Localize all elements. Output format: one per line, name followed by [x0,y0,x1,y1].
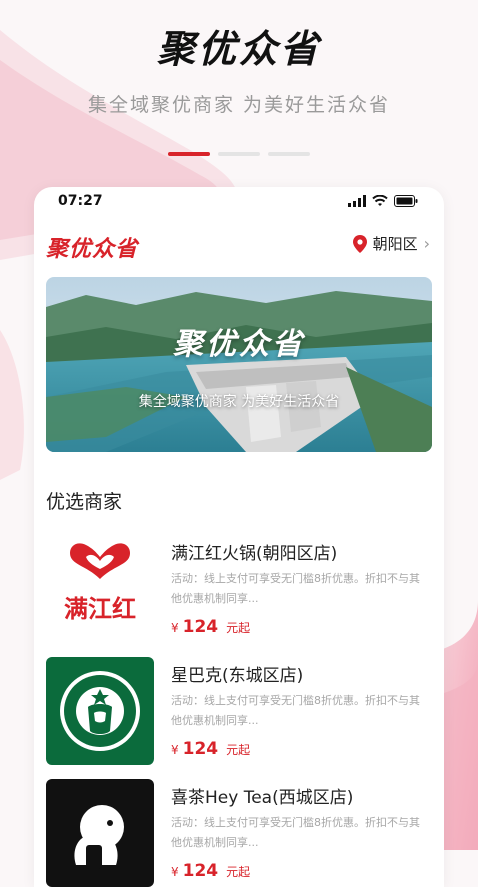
chevron-right-icon: › [423,234,430,253]
carousel-dot[interactable] [268,152,310,156]
carousel-dot-active[interactable] [168,152,210,156]
promo-subtitle: 集全域聚优商家 为美好生活众省 [87,94,391,116]
app-header: 聚优众省 朝阳区 › [34,217,444,277]
price-unit: 元起 [226,865,251,879]
merchant-name: 满江红火锅(朝阳区店) [171,544,338,564]
merchant-name: 喜茶Hey Tea(西城区店) [171,788,354,808]
merchant-card[interactable]: 满江红 满江红火锅(朝阳区店) 活动：线上支付可享受无门槛8折优惠。折扣不与其他… [46,535,436,645]
price-symbol: ¥ [171,621,179,635]
carousel-dot[interactable] [218,152,260,156]
banner-dam-image [46,277,432,452]
battery-icon [394,195,418,207]
wifi-icon [372,195,388,206]
merchant-desc: 活动：线上支付可享受无门槛8折优惠。折扣不与其他优惠机制同享... [171,694,420,727]
status-icons [348,195,418,207]
merchant-price: ¥ 124 元起 [171,861,250,881]
location-label: 朝阳区 [372,235,418,253]
merchant-price: ¥ 124 元起 [171,617,250,637]
merchant-desc: 活动：线上支付可享受无门槛8折优惠。折扣不与其他优惠机制同享... [171,572,420,605]
price-value: 124 [182,617,219,637]
phone-screen: 07:27 聚优众省 朝阳区 › 聚优众省 集全域聚优商家 为美好生活众省 优选… [34,187,444,887]
merchant-desc: 活动：线上支付可享受无门槛8折优惠。折扣不与其他优惠机制同享... [171,816,420,849]
app-logo: 聚优众省 [46,237,139,262]
merchant-logo-text: 满江红 [64,594,136,623]
merchant-logo [46,779,154,887]
section-title: 优选商家 [46,491,123,513]
merchant-name: 星巴克(东城区店) [171,666,304,686]
merchant-card[interactable]: 喜茶Hey Tea(西城区店) 活动：线上支付可享受无门槛8折优惠。折扣不与其他… [46,779,436,887]
starbucks-logo [60,671,140,751]
merchant-card[interactable]: 星巴克(东城区店) 活动：线上支付可享受无门槛8折优惠。折扣不与其他优惠机制同享… [46,657,436,767]
location-pin-icon [352,234,367,253]
hero-banner[interactable]: 聚优众省 集全域聚优商家 为美好生活众省 [46,277,432,452]
price-symbol: ¥ [171,743,179,757]
carousel-indicator [168,152,310,156]
status-time: 07:27 [58,193,103,209]
manjianghong-logo: 满江红 [64,543,136,623]
signal-icon [348,195,366,207]
banner-title: 聚优众省 [173,327,305,362]
price-unit: 元起 [226,743,251,757]
location-selector[interactable]: 朝阳区 › [352,233,430,254]
status-bar: 07:27 [34,187,444,217]
promo-title: 聚优众省 [156,27,321,71]
price-symbol: ¥ [171,865,179,879]
banner-subtitle: 集全域聚优商家 为美好生活众省 [138,394,340,410]
merchant-logo [46,657,154,765]
price-value: 124 [182,861,219,881]
merchant-logo: 满江红 [46,535,154,643]
heytea-logo [74,805,124,869]
price-unit: 元起 [226,621,251,635]
price-value: 124 [182,739,219,759]
merchant-price: ¥ 124 元起 [171,739,250,759]
